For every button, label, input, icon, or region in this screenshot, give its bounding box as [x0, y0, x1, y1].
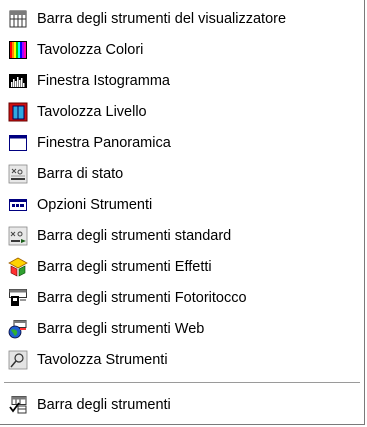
status-bar-icon: [8, 164, 28, 184]
menu-item-effects-toolbar[interactable]: Barra degli strumenti Effetti: [0, 251, 364, 282]
effects-toolbar-icon: [8, 257, 28, 277]
menu-item-label: Barra degli strumenti: [37, 397, 171, 413]
menu-item-tools-palette[interactable]: Tavolozza Strumenti: [0, 344, 364, 375]
menu-item-label: Barra degli strumenti standard: [37, 227, 232, 244]
color-palette-icon: [8, 40, 28, 60]
menu-item-label: Opzioni Strumenti: [37, 196, 153, 213]
menu-item-label: Barra degli strumenti Fotoritocco: [37, 289, 247, 306]
menu-item-photo-retouch-toolbar[interactable]: Barra degli strumenti Fotoritocco: [0, 282, 364, 313]
menu-item-overview-window[interactable]: Finestra Panoramica: [0, 127, 364, 158]
tools-palette-icon: [8, 350, 28, 370]
menu-separator: [4, 382, 360, 384]
menu-item-color-palette[interactable]: Tavolozza Colori: [0, 34, 364, 65]
menu-item-viewer-toolbar[interactable]: Barra degli strumenti del visualizzatore: [0, 3, 364, 34]
overview-window-icon: [8, 133, 28, 153]
menu-item-label: Tavolozza Livello: [37, 103, 147, 120]
menu-item-label: Barra degli strumenti Web: [37, 320, 205, 337]
menu-item-toolbars[interactable]: Barra degli strumenti: [0, 391, 364, 419]
menu-item-label: Barra degli strumenti Effetti: [37, 258, 212, 275]
histogram-icon: [8, 71, 28, 91]
view-menu: Barra degli strumenti del visualizzatore…: [0, 0, 365, 425]
menu-item-status-bar[interactable]: Barra di stato: [0, 158, 364, 189]
menu-item-web-toolbar[interactable]: Barra degli strumenti Web: [0, 313, 364, 344]
menu-item-label: Finestra Istogramma: [37, 72, 170, 89]
toolbar-customize-icon: [8, 395, 28, 415]
menu-item-label: Tavolozza Colori: [37, 41, 144, 58]
viewer-toolbar-icon: [8, 9, 28, 29]
photo-retouch-toolbar-icon: [8, 288, 28, 308]
menu-item-tool-options[interactable]: Opzioni Strumenti: [0, 189, 364, 220]
menu-item-label: Barra degli strumenti del visualizzatore: [37, 10, 287, 27]
tool-options-icon: [8, 195, 28, 215]
menu-item-layer-palette[interactable]: Tavolozza Livello: [0, 96, 364, 127]
standard-toolbar-icon: [8, 226, 28, 246]
layers-palette-icon: [8, 102, 28, 122]
web-toolbar-icon: [8, 319, 28, 339]
menu-item-label: Barra di stato: [37, 165, 124, 182]
menu-item-standard-toolbar[interactable]: Barra degli strumenti standard: [0, 220, 364, 251]
menu-item-label: Tavolozza Strumenti: [37, 351, 168, 368]
menu-item-label: Finestra Panoramica: [37, 134, 171, 151]
menu-item-histogram-window[interactable]: Finestra Istogramma: [0, 65, 364, 96]
